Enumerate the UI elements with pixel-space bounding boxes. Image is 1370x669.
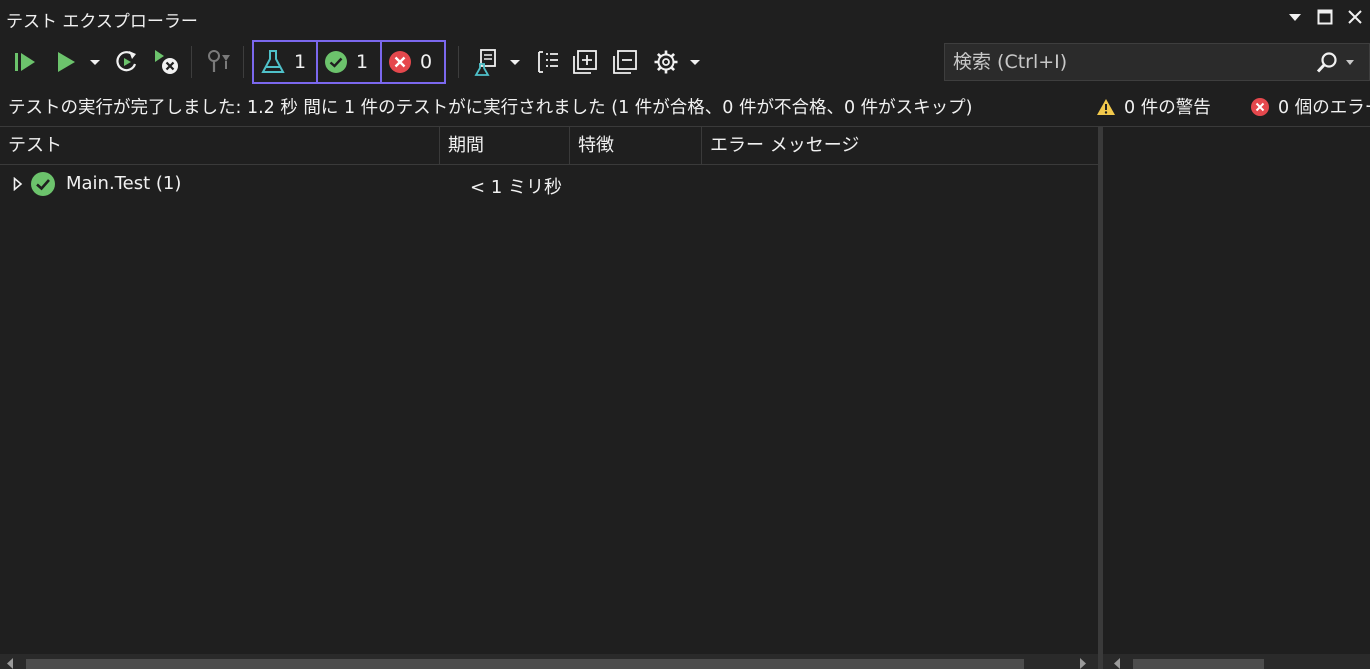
run-summary-message: テストの実行が完了しました: 1.2 秒 間に 1 件のテストがに実行されました… [8, 98, 973, 118]
settings-button[interactable] [650, 42, 682, 82]
playlist-button[interactable] [470, 42, 504, 82]
table-row[interactable]: Main.Test (1) < 1 ミリ秒 [0, 167, 1098, 201]
scroll-right-icon [1080, 658, 1086, 669]
window-title: テスト エクスプローラー [6, 12, 198, 32]
test-duration: < 1 ミリ秒 [470, 177, 562, 198]
expand-toggle[interactable] [12, 176, 24, 196]
playlist-dropdown-button[interactable] [506, 42, 524, 82]
close-icon [1348, 10, 1362, 24]
scroll-thumb[interactable] [1133, 659, 1264, 669]
error-icon [1251, 97, 1269, 116]
close-button[interactable] [1340, 4, 1370, 30]
group-by-button[interactable] [534, 42, 562, 82]
chevron-down-icon [690, 60, 700, 65]
test-name: Main.Test (1) [66, 173, 182, 194]
warnings-count: 0 件の警告 [1124, 98, 1211, 118]
search-button[interactable] [1315, 52, 1355, 79]
warnings-indicator[interactable]: 0 件の警告 [1096, 94, 1211, 119]
scroll-thumb[interactable] [26, 659, 1024, 669]
test-detail-pane [1103, 126, 1370, 654]
gear-icon [654, 50, 678, 74]
search-icon [1316, 52, 1354, 73]
run-summary-bar: テストの実行が完了しました: 1.2 秒 間に 1 件のテストがに実行されました… [0, 88, 1370, 124]
dropdown-icon [1289, 14, 1301, 21]
hierarchy-icon [538, 51, 558, 73]
collapse-all-button[interactable] [610, 42, 640, 82]
search-input[interactable] [945, 51, 1305, 73]
grid-horizontal-scrollbar[interactable] [0, 654, 1098, 669]
window-dropdown-button[interactable] [1280, 4, 1310, 30]
expand-all-button[interactable] [570, 42, 600, 82]
playlist-flask-icon [474, 49, 496, 76]
detail-horizontal-scrollbar[interactable] [1103, 654, 1370, 669]
chevron-down-icon [510, 60, 520, 65]
collapse-all-icon [613, 50, 637, 74]
maximize-button[interactable] [1310, 4, 1340, 30]
errors-indicator[interactable]: 0 個のエラー [1250, 94, 1370, 119]
warning-icon [1097, 98, 1115, 115]
title-bar: テスト エクスプローラー [0, 0, 1370, 36]
grid-header: テスト 期間 特徴 エラー メッセージ [0, 127, 1098, 165]
passed-status-icon [30, 171, 56, 202]
column-header-error-message[interactable]: エラー メッセージ [702, 127, 1098, 165]
errors-count: 0 個のエラー [1278, 98, 1370, 118]
column-header-test[interactable]: テスト [0, 127, 440, 165]
expand-all-icon [573, 50, 597, 74]
scroll-left-icon [7, 658, 13, 669]
pass-check-icon [31, 172, 55, 196]
search-box [944, 43, 1370, 81]
toolbar-separator [458, 46, 459, 78]
column-header-traits[interactable]: 特徴 [570, 127, 702, 165]
scroll-left-icon [1114, 658, 1120, 669]
chevron-right-icon [13, 176, 23, 192]
settings-dropdown-button[interactable] [686, 42, 704, 82]
column-header-duration[interactable]: 期間 [440, 127, 570, 165]
window-controls [1280, 4, 1370, 30]
maximize-icon [1317, 9, 1333, 25]
test-results-grid: テスト 期間 特徴 エラー メッセージ Main.Test (1) < 1 ミリ… [0, 126, 1098, 654]
